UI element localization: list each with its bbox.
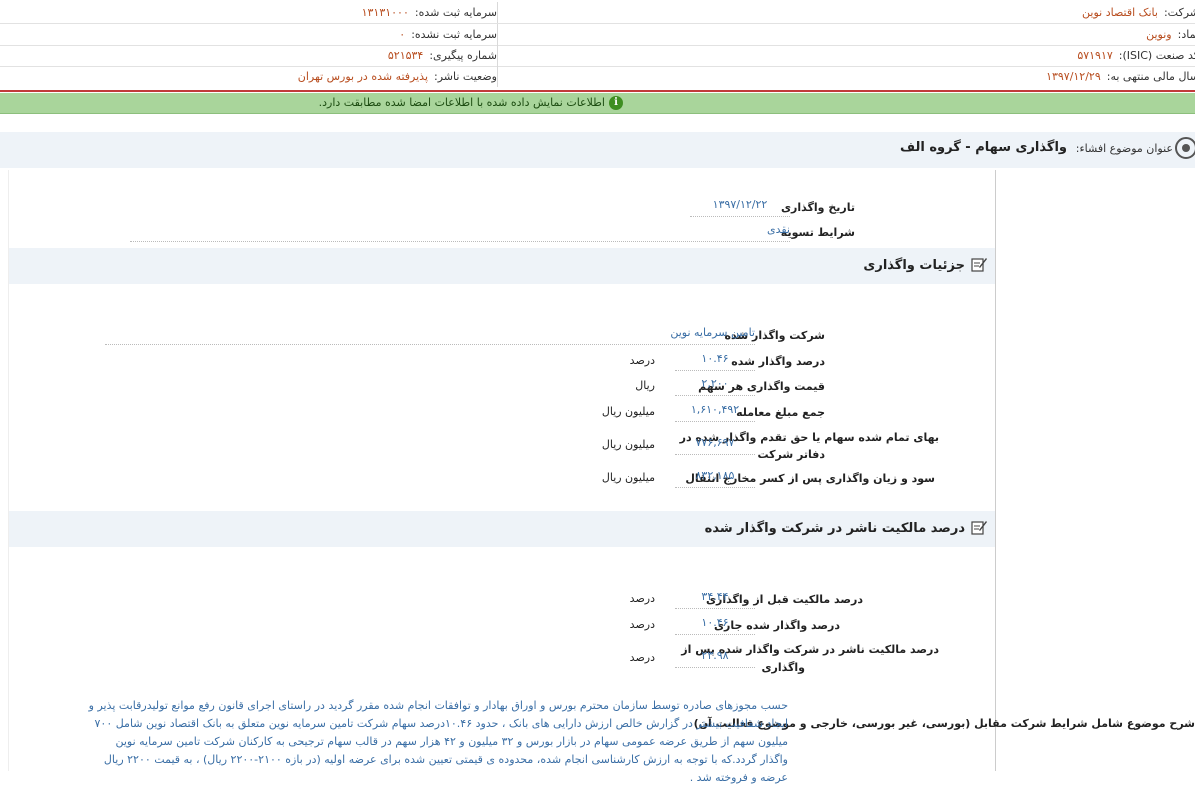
company-value: بانک اقتصاد نوین <box>1082 6 1158 19</box>
description-label: شرح موضوع شامل شرایط شرکت مقابل (بورسی، … <box>693 717 1195 730</box>
subject-title: واگذاری سهام - گروه الف <box>900 140 1067 155</box>
status-label: وضعیت ناشر: <box>434 70 497 83</box>
date-label: تاریخ واگذاری <box>780 201 855 214</box>
isic-cell: کد صنعت (ISIC): ۵۷۱۹۱۷ <box>509 45 1195 66</box>
status-value: پذیرفته شده در بورس تهران <box>297 70 429 83</box>
target-icon <box>1175 137 1195 159</box>
reg-capital-value: ۱۳۱۳۱۰۰۰ <box>361 6 409 19</box>
fiscal-label: سال مالی منتهی به: <box>1106 70 1195 83</box>
symbol-cell: نماد: ونوین <box>509 24 1195 45</box>
edit-icon <box>971 258 987 272</box>
unreg-capital-label: سرمایه ثبت نشده: <box>411 28 497 41</box>
reg-capital-label: سرمایه ثبت شده: <box>414 6 497 19</box>
tracking-cell: شماره پیگیری: ۵۲۱۵۳۴ <box>0 45 498 66</box>
million-rial-unit: میلیون ریال <box>601 471 655 484</box>
edit-icon <box>971 521 987 535</box>
tracking-value: ۵۲۱۵۳۴ <box>387 49 424 62</box>
percent-unit: درصد <box>629 618 655 631</box>
tracking-label: شماره پیگیری: <box>429 49 497 62</box>
share-price-value: ۲,۲۰۰ <box>675 377 755 396</box>
details-section-header: جزئیات واگذاری <box>9 248 995 284</box>
fiscal-cell: سال مالی منتهی به: ۱۳۹۷/۱۲/۲۹ <box>509 66 1195 87</box>
company-label: شرکت: <box>1163 6 1195 19</box>
disclosure-panel: تاریخ واگذاری ۱۳۹۷/۱۲/۲۲ شرایط تسویه نقد… <box>8 170 996 771</box>
fiscal-value: ۱۳۹۷/۱۲/۲۹ <box>1046 70 1101 83</box>
reg-capital-cell: سرمایه ثبت شده: ۱۳۱۳۱۰۰۰ <box>0 2 498 23</box>
book-value-value: ۷۷۶,۶۹۷ <box>675 436 755 455</box>
current-transfer-value: ۱۰.۴۶ <box>675 616 755 635</box>
ownership-after-label-line2: واگذاری <box>761 661 805 674</box>
subject-label: عنوان موضوع افشاء: <box>1075 142 1173 155</box>
settlement-label: شرایط تسویه <box>780 226 855 239</box>
notice-text: اطلاعات نمایش داده شده با اطلاعات امضا ش… <box>318 96 605 109</box>
status-cell: وضعیت ناشر: پذیرفته شده در بورس تهران <box>0 66 498 87</box>
details-title: جزئیات واگذاری <box>863 258 965 273</box>
isic-value: ۵۷۱۹۱۷ <box>1077 49 1113 62</box>
symbol-value: ونوین <box>1146 28 1172 41</box>
signature-notice-bar: i اطلاعات نمایش داده شده با اطلاعات امضا… <box>0 93 1195 114</box>
profit-loss-value: ۸۳۲,۱۸۵ <box>675 469 755 488</box>
ownership-after-value: ۲۳.۹۸ <box>675 649 755 668</box>
book-value-label-line2: دفاتر شرکت <box>757 448 825 461</box>
date-value: ۱۳۹۷/۱۲/۲۲ <box>690 198 790 217</box>
info-row: نماد: ونوین سرمایه ثبت نشده: ۰ <box>0 24 1195 46</box>
info-row: شرکت: بانک اقتصاد نوین سرمایه ثبت شده: ۱۳۱… <box>0 2 1195 24</box>
million-rial-unit: میلیون ریال <box>601 405 655 418</box>
transferred-percent-value: ۱۰.۴۶ <box>675 352 755 371</box>
ownership-title: درصد مالکیت ناشر در شرکت واگذار شده <box>704 521 965 536</box>
transferred-company-value: تامین سرمایه نوین <box>105 326 755 345</box>
total-amount-value: ۱,۶۱۰,۴۹۲ <box>675 403 755 422</box>
company-cell: شرکت: بانک اقتصاد نوین <box>509 2 1195 23</box>
unreg-capital-cell: سرمایه ثبت نشده: ۰ <box>0 24 498 45</box>
info-row: سال مالی منتهی به: ۱۳۹۷/۱۲/۲۹ وضعیت ناشر:… <box>0 66 1195 87</box>
unreg-capital-value: ۰ <box>399 28 406 41</box>
ownership-before-value: ۳۴.۴۴ <box>675 590 755 609</box>
percent-unit: درصد <box>629 354 655 367</box>
rial-unit: ریال <box>635 379 655 392</box>
description-text: حسب مجوزهای صادره توسط سازمان محترم بورس… <box>88 699 788 784</box>
symbol-label: نماد: <box>1177 28 1195 41</box>
company-info-table: شرکت: بانک اقتصاد نوین سرمایه ثبت شده: ۱۳۱… <box>0 0 1195 92</box>
ownership-section-header: درصد مالکیت ناشر در شرکت واگذار شده <box>9 511 995 547</box>
settlement-value: نقدی <box>130 223 790 242</box>
isic-label: کد صنعت (ISIC): <box>1118 49 1195 62</box>
info-row: کد صنعت (ISIC): ۵۷۱۹۱۷ شماره پیگیری: ۵۲۱۵۳… <box>0 45 1195 67</box>
million-rial-unit: میلیون ریال <box>601 438 655 451</box>
percent-unit: درصد <box>629 651 655 664</box>
percent-unit: درصد <box>629 592 655 605</box>
subject-header: عنوان موضوع افشاء: واگذاری سهام - گروه ا… <box>0 132 1195 168</box>
info-icon: i <box>609 96 623 110</box>
